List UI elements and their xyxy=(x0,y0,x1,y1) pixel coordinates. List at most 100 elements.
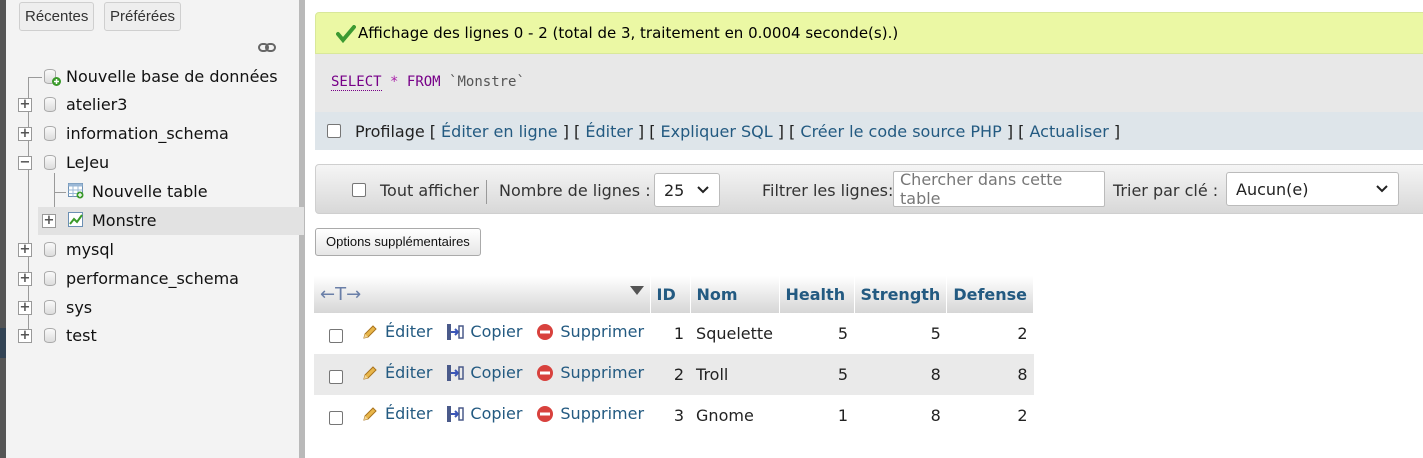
cell-id[interactable]: 3 xyxy=(650,395,691,436)
show-all-control[interactable]: Tout afficher xyxy=(352,165,479,215)
cell-strength[interactable]: 8 xyxy=(854,395,947,436)
extra-options-button[interactable]: Options supplémentaires xyxy=(315,228,481,256)
filter-rows-input[interactable]: Chercher dans cette table xyxy=(893,170,1105,208)
copy-label: Copier xyxy=(470,363,523,383)
row-edit-link[interactable]: Éditer xyxy=(361,322,432,341)
tree-item-monstre[interactable]: + Monstre xyxy=(38,207,304,235)
copy-label: Copier xyxy=(470,322,523,342)
cell-id[interactable]: 2 xyxy=(650,354,691,395)
cell-nom[interactable]: Troll xyxy=(690,354,780,395)
tree-item-test[interactable]: + test xyxy=(14,322,304,350)
row-edit-link[interactable]: Éditer xyxy=(361,404,432,423)
column-header-health[interactable]: Health xyxy=(779,276,855,313)
sql-keyword-from: FROM xyxy=(406,74,441,90)
main-content: Affichage des lignes 0 - 2 (total de 3, … xyxy=(311,0,1423,458)
pencil-icon xyxy=(363,366,377,380)
expand-icon[interactable]: + xyxy=(18,329,32,343)
expand-icon[interactable]: + xyxy=(18,272,32,286)
expand-icon[interactable]: + xyxy=(18,127,32,141)
tree-label: Monstre xyxy=(92,211,157,230)
delete-icon xyxy=(537,405,554,422)
copy-icon xyxy=(447,364,465,381)
cell-nom[interactable]: Gnome xyxy=(690,395,780,436)
row-delete-link[interactable]: Supprimer xyxy=(536,322,644,341)
row-delete-link[interactable]: Supprimer xyxy=(536,363,644,382)
expand-icon[interactable]: + xyxy=(18,243,32,257)
database-icon xyxy=(44,271,56,286)
database-icon xyxy=(44,97,56,112)
create-php-code-link[interactable]: Créer le code source PHP xyxy=(800,122,1001,141)
show-all-checkbox[interactable] xyxy=(352,183,366,197)
favorites-tab-button[interactable]: Préférées xyxy=(104,2,182,31)
navigation-sidebar: Récentes Préférées Nouvelle base de donn… xyxy=(0,0,305,458)
edit-label: Éditer xyxy=(385,404,433,424)
row-actions-cell: Éditer Copier Supprimer xyxy=(314,354,651,395)
row-select-checkbox[interactable] xyxy=(329,329,343,344)
collapse-icon[interactable]: − xyxy=(18,156,32,170)
edit-label: Éditer xyxy=(385,363,433,383)
row-edit-link[interactable]: Éditer xyxy=(361,363,432,382)
row-select-checkbox[interactable] xyxy=(329,370,343,385)
row-delete-link[interactable]: Supprimer xyxy=(536,404,644,423)
cell-health[interactable]: 1 xyxy=(779,395,855,436)
cell-health[interactable]: 5 xyxy=(779,313,855,354)
row-select-checkbox[interactable] xyxy=(329,411,343,426)
edit-link[interactable]: Éditer xyxy=(585,122,632,141)
row-copy-link[interactable]: Copier xyxy=(446,404,522,423)
cell-strength[interactable]: 5 xyxy=(854,313,947,354)
tree-label: Nouvelle table xyxy=(92,182,208,201)
expand-icon[interactable]: + xyxy=(18,98,32,112)
edit-inline-link[interactable]: Éditer en ligne xyxy=(441,122,558,141)
row-copy-link[interactable]: Copier xyxy=(446,322,522,341)
table-structure-icon[interactable] xyxy=(68,212,84,228)
table-row: Éditer Copier Supprimer 3 Gnome 1 8 2 xyxy=(314,395,1034,436)
cell-strength[interactable]: 8 xyxy=(854,354,947,395)
column-resize-arrows[interactable]: ←T→ xyxy=(314,276,651,313)
cell-nom[interactable]: Squelette xyxy=(690,313,780,354)
refresh-link[interactable]: Actualiser xyxy=(1029,122,1108,141)
explain-sql-link[interactable]: Expliquer SQL xyxy=(661,122,773,141)
sql-query: SELECT * FROM `Monstre` xyxy=(331,74,525,91)
expand-icon[interactable]: + xyxy=(18,301,32,315)
tree-item-information-schema[interactable]: + information_schema xyxy=(14,120,304,148)
delete-label: Supprimer xyxy=(560,404,645,424)
cell-defense[interactable]: 2 xyxy=(946,313,1034,354)
delete-label: Supprimer xyxy=(560,363,645,383)
rows-per-page-select[interactable]: 25 xyxy=(654,173,720,207)
tree-label: sys xyxy=(66,298,93,317)
column-header-defense[interactable]: Defense xyxy=(946,276,1035,313)
link-panel-icon[interactable] xyxy=(258,42,276,53)
tree-item-lejeu[interactable]: − LeJeu xyxy=(14,149,304,177)
filter-label: Filtrer les lignes: xyxy=(762,180,894,200)
tree-item-new-table[interactable]: Nouvelle table xyxy=(14,178,304,206)
delete-icon xyxy=(537,323,554,340)
cell-id[interactable]: 1 xyxy=(650,313,691,354)
tree-label: LeJeu xyxy=(66,153,110,172)
show-all-label: Tout afficher xyxy=(380,180,479,200)
arrows-glyph: ←T→ xyxy=(320,284,362,305)
column-header-strength[interactable]: Strength xyxy=(854,276,948,313)
profiling-checkbox[interactable] xyxy=(327,124,341,138)
database-icon xyxy=(44,242,56,257)
sort-by-key-select[interactable]: Aucun(e) xyxy=(1226,172,1399,206)
cell-defense[interactable]: 8 xyxy=(946,354,1034,395)
expand-icon[interactable]: + xyxy=(42,214,56,228)
column-header-nom[interactable]: Nom xyxy=(690,276,780,313)
tree-item-mysql[interactable]: + mysql xyxy=(14,236,304,264)
tree-item-sys[interactable]: + sys xyxy=(14,294,304,322)
tree-label: test xyxy=(66,326,97,345)
cell-defense[interactable]: 2 xyxy=(946,395,1034,436)
sort-triangle-icon[interactable] xyxy=(629,286,644,296)
recent-tab-button[interactable]: Récentes xyxy=(19,2,95,31)
tree-item-performance-schema[interactable]: + performance_schema xyxy=(14,265,304,293)
chevron-down-icon xyxy=(697,186,709,194)
pencil-icon xyxy=(363,407,377,421)
tree-item-new-database[interactable]: Nouvelle base de données xyxy=(14,63,304,91)
row-copy-link[interactable]: Copier xyxy=(446,363,522,382)
column-header-id[interactable]: ID xyxy=(650,276,691,313)
sql-keyword-select[interactable]: SELECT xyxy=(331,74,382,91)
rows-per-page-value: 25 xyxy=(664,180,685,200)
success-message: Affichage des lignes 0 - 2 (total de 3, … xyxy=(315,12,1423,54)
tree-item-atelier3[interactable]: + atelier3 xyxy=(14,91,304,119)
cell-health[interactable]: 5 xyxy=(779,354,855,395)
